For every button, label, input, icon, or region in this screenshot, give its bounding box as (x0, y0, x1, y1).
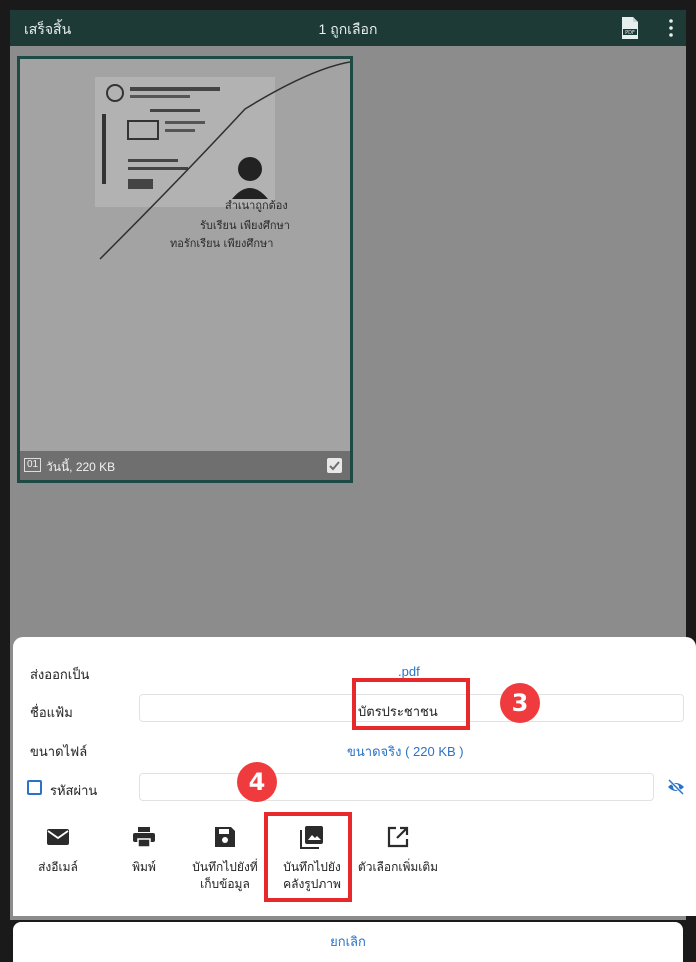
filename-label: ชื่อแฟ้ม (30, 705, 73, 720)
print-action[interactable]: พิมพ์ (109, 825, 179, 905)
password-checkbox[interactable] (27, 780, 42, 795)
svg-text:รับเรียน เพียงศึกษา: รับเรียน เพียงศึกษา (200, 219, 290, 232)
save-icon (215, 827, 235, 847)
save-storage-label-1: บันทึกไปยังที่ (192, 860, 258, 874)
mail-icon (47, 829, 69, 845)
email-label: ส่งอีเมล์ (38, 860, 78, 874)
more-vert-icon[interactable] (664, 18, 678, 38)
svg-text:ทอรักเรียน เพียงศึกษา: ทอรักเรียน เพียงศึกษา (170, 237, 273, 250)
step-badge-4: 4 (237, 762, 277, 802)
annotation-box-gallery (264, 812, 352, 902)
format-label: ส่งออกเป็น (30, 667, 90, 682)
svg-text:สำเนาถูกต้อง: สำเนาถูกต้อง (225, 199, 288, 212)
eye-off-icon[interactable] (667, 779, 685, 795)
thumbnail-meta: 01 วันนี้, 220 KB (20, 451, 350, 480)
more-options-action[interactable]: ตัวเลือกเพิ่มเติม (352, 825, 444, 905)
id-card-document-image: สำเนาถูกต้อง รับเรียน เพียงศึกษา ทอรักเร… (20, 59, 350, 451)
filesize-label: ขนาดไฟล์ (30, 744, 88, 759)
password-label: รหัสผ่าน (50, 783, 98, 798)
print-icon (133, 827, 155, 848)
svg-text:PDF: PDF (625, 30, 635, 36)
more-options-label: ตัวเลือกเพิ่มเติม (357, 860, 439, 874)
external-link-icon (387, 826, 409, 848)
password-input[interactable] (139, 773, 654, 801)
selected-count: 1 ถูกเลือก (318, 21, 378, 37)
pdf-file-icon[interactable]: PDF (620, 16, 640, 40)
save-storage-label-2: เก็บข้อมูล (200, 877, 250, 891)
email-action[interactable]: ส่งอีเมล์ (23, 825, 93, 905)
save-storage-action[interactable]: บันทึกไปยังที่ เก็บข้อมูล (185, 825, 265, 905)
top-app-bar: เสร็จสิ้น 1 ถูกเลือก PDF (10, 10, 686, 46)
page-index: 01 (24, 458, 42, 472)
annotation-box-filename (352, 678, 470, 730)
page-info: วันนี้, 220 KB (46, 460, 116, 474)
page-thumbnail[interactable]: สำเนาถูกต้อง รับเรียน เพียงศึกษา ทอรักเร… (17, 56, 353, 483)
checkbox-checked-icon[interactable] (327, 458, 342, 473)
filesize-value[interactable]: ขนาดจริง ( 220 KB ) (347, 741, 464, 762)
print-label: พิมพ์ (132, 860, 156, 874)
step-badge-3: 3 (500, 683, 540, 723)
format-value[interactable]: .pdf (398, 664, 420, 679)
cancel-button[interactable]: ยกเลิก (13, 922, 683, 962)
